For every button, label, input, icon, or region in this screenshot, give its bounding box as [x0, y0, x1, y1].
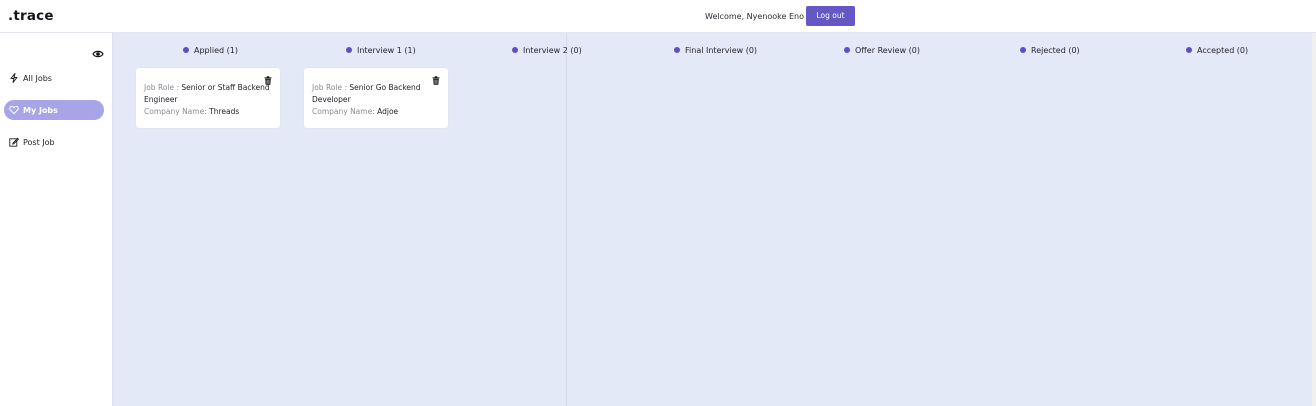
column-dot: [674, 47, 680, 53]
column-dot: [1186, 47, 1192, 53]
trash-icon[interactable]: [432, 76, 440, 85]
column-header-offer-review: Offer Review (0): [844, 45, 920, 55]
eye-icon[interactable]: [92, 44, 104, 58]
column-dot: [346, 47, 352, 53]
sidebar: All Jobs My Jobs Post Job: [0, 33, 113, 406]
company-line: Company Name: Adjoe: [312, 106, 448, 118]
sidebar-item-label: My Jobs: [23, 105, 58, 115]
column-label: Applied (1): [194, 45, 238, 55]
column-dot: [1020, 47, 1026, 53]
column-dot: [183, 47, 189, 53]
column-header-applied: Applied (1): [183, 45, 238, 55]
column-label: Interview 1 (1): [357, 45, 416, 55]
column-header-interview-1: Interview 1 (1): [346, 45, 416, 55]
job-role-line: Job Role : Senior Go Backend Developer: [312, 82, 448, 106]
job-card[interactable]: Job Role : Senior or Staff Backend Engin…: [135, 67, 281, 129]
column-dot: [512, 47, 518, 53]
job-role-label: Job Role :: [312, 83, 348, 92]
logout-button[interactable]: Log out: [806, 6, 855, 26]
column-header-rejected: Rejected (0): [1020, 45, 1080, 55]
sparkle-icon: [8, 73, 19, 84]
column-label: Final Interview (0): [685, 45, 758, 55]
sidebar-item-all-jobs[interactable]: All Jobs: [4, 68, 104, 88]
column-label: Accepted (0): [1197, 45, 1249, 55]
heart-icon: [8, 105, 19, 116]
job-card[interactable]: Job Role : Senior Go Backend Developer C…: [303, 67, 449, 129]
company-name-label: Company Name:: [312, 107, 375, 116]
column-label: Rejected (0): [1031, 45, 1080, 55]
job-role-label: Job Role :: [144, 83, 180, 92]
column-dot: [844, 47, 850, 53]
board-divider: [566, 33, 567, 406]
top-bar: .trace Welcome, Nyenooke Eno Log out: [0, 0, 1316, 33]
job-role-line: Job Role : Senior or Staff Backend Engin…: [144, 82, 280, 106]
kanban-board: [113, 33, 1312, 406]
welcome-text: Welcome, Nyenooke Eno: [705, 12, 805, 21]
company-name-value: Threads: [209, 107, 240, 116]
column-header-interview-2: Interview 2 (0): [512, 45, 582, 55]
sidebar-item-post-job[interactable]: Post Job: [4, 132, 104, 152]
trash-icon[interactable]: [264, 76, 272, 85]
page-scrollbar[interactable]: [1312, 33, 1316, 406]
column-label: Interview 2 (0): [523, 45, 582, 55]
sidebar-item-label: Post Job: [23, 137, 55, 147]
column-header-accepted: Accepted (0): [1186, 45, 1248, 55]
sidebar-item-my-jobs[interactable]: My Jobs: [4, 100, 104, 120]
company-line: Company Name: Threads: [144, 106, 280, 118]
company-name-label: Company Name:: [144, 107, 207, 116]
column-header-final-interview: Final Interview (0): [674, 45, 757, 55]
column-label: Offer Review (0): [855, 45, 920, 55]
sidebar-item-label: All Jobs: [23, 73, 52, 83]
app-logo[interactable]: .trace: [8, 8, 54, 24]
company-name-value: Adjoe: [377, 107, 399, 116]
edit-icon: [8, 137, 19, 148]
